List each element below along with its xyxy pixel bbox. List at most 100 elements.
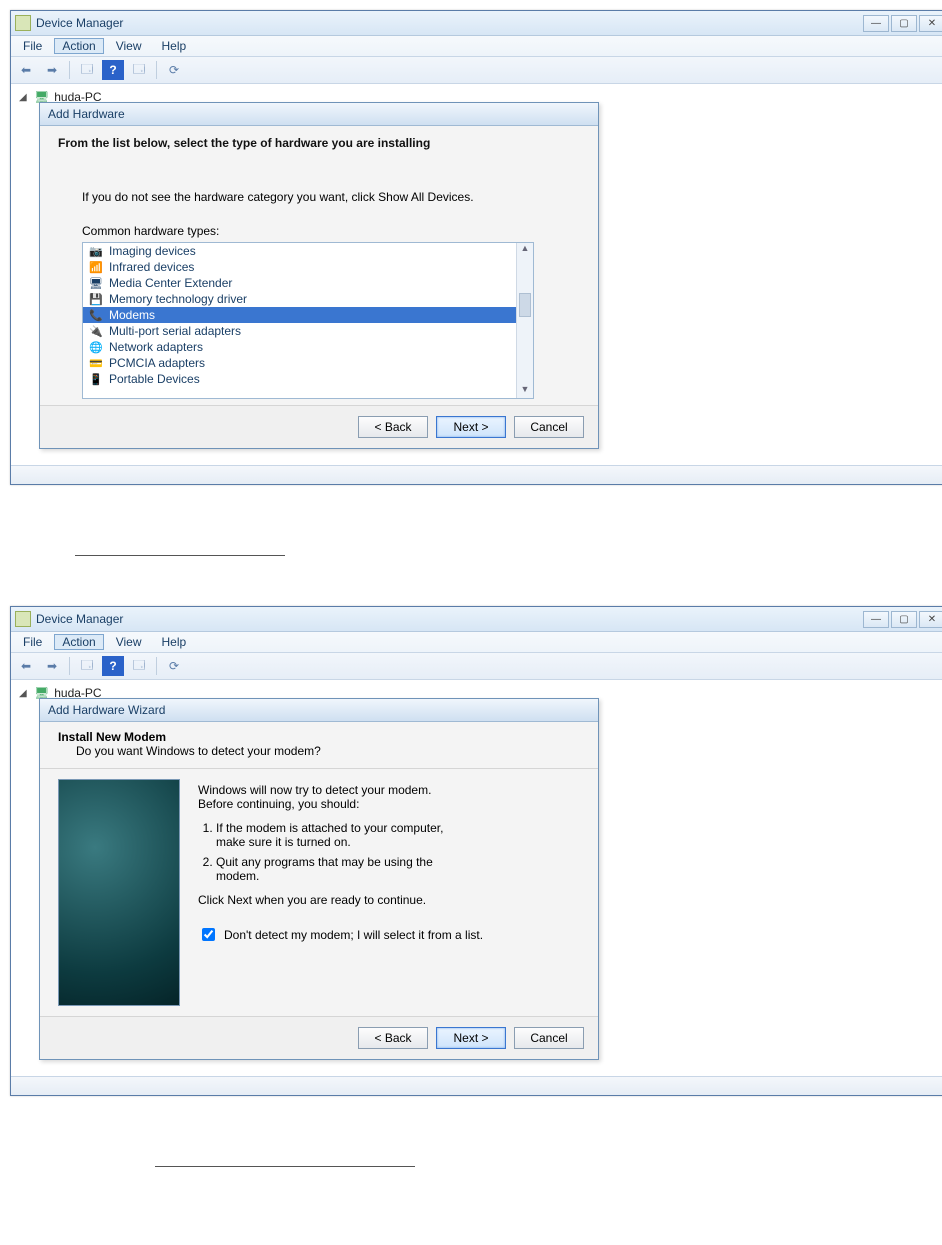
list-item-label: Portable Devices: [109, 372, 200, 386]
cancel-button[interactable]: Cancel: [514, 416, 584, 438]
dont-detect-checkbox[interactable]: [202, 928, 215, 941]
list-item[interactable]: 📷Imaging devices: [83, 243, 533, 259]
dialog-hint: If you do not see the hardware category …: [82, 190, 580, 204]
separator: [156, 61, 157, 79]
collapse-arrow-icon[interactable]: ◢: [19, 92, 29, 103]
help-icon[interactable]: ?: [102, 60, 124, 80]
list-item-icon: 🖥: [89, 277, 103, 290]
dialog-heading: From the list below, select the type of …: [58, 136, 580, 150]
list-item-icon: 📷: [89, 245, 103, 258]
scroll-thumb[interactable]: [519, 293, 531, 317]
next-button[interactable]: Next >: [436, 1027, 506, 1049]
minimize-button[interactable]: —: [863, 611, 889, 628]
list-item-icon: 📶: [89, 261, 103, 274]
wizard-subheading: Do you want Windows to detect your modem…: [76, 744, 580, 758]
scan-icon[interactable]: 🗔: [128, 656, 150, 676]
menu-file[interactable]: File: [15, 634, 50, 650]
back-button[interactable]: < Back: [358, 416, 428, 438]
dialog-button-row: < Back Next > Cancel: [40, 405, 598, 448]
refresh-icon[interactable]: ⟳: [163, 656, 185, 676]
menu-action[interactable]: Action: [54, 38, 103, 54]
wizard-step: Quit any programs that may be using the …: [216, 855, 446, 883]
list-item[interactable]: 📱 Portable Devices: [83, 371, 533, 387]
titlebar: Device Manager — ▢ ✕: [11, 11, 942, 36]
list-item-icon: 📱: [89, 373, 103, 386]
close-button[interactable]: ✕: [919, 611, 942, 628]
collapse-arrow-icon[interactable]: ◢: [19, 688, 29, 699]
next-button[interactable]: Next >: [436, 416, 506, 438]
properties-icon[interactable]: 🗔: [76, 656, 98, 676]
forward-arrow-icon[interactable]: ➡: [41, 60, 63, 80]
list-item[interactable]: 🔌 Multi-port serial adapters: [83, 323, 533, 339]
device-manager-window-2: Device Manager — ▢ ✕ File Action View He…: [10, 606, 942, 1096]
window-title: Device Manager: [36, 16, 123, 30]
menu-file[interactable]: File: [15, 38, 50, 54]
menu-help[interactable]: Help: [154, 38, 195, 54]
menubar: File Action View Help: [11, 632, 942, 653]
dont-detect-label[interactable]: Don't detect my modem; I will select it …: [224, 928, 483, 942]
list-item[interactable]: 🌐Network adapters: [83, 339, 533, 355]
scroll-up-arrow-icon[interactable]: ▲: [517, 243, 533, 257]
menu-action[interactable]: Action: [54, 634, 103, 650]
properties-icon[interactable]: 🗔: [76, 60, 98, 80]
toolbar: ⬅ ➡ 🗔 ? 🗔 ⟳: [11, 653, 942, 680]
menu-view[interactable]: View: [108, 634, 150, 650]
list-item-icon: 💳: [89, 357, 103, 370]
forward-arrow-icon[interactable]: ➡: [41, 656, 63, 676]
menubar: File Action View Help: [11, 36, 942, 57]
dialog-header-block: Install New Modem Do you want Windows to…: [40, 722, 598, 769]
list-item[interactable]: 📞 Modems: [83, 307, 533, 323]
titlebar: Device Manager — ▢ ✕: [11, 607, 942, 632]
list-item[interactable]: 💾 Memory technology driver: [83, 291, 533, 307]
refresh-icon[interactable]: ⟳: [163, 60, 185, 80]
cancel-button[interactable]: Cancel: [514, 1027, 584, 1049]
add-hardware-dialog: Add Hardware From the list below, select…: [39, 102, 599, 449]
list-item-icon: 📞: [89, 309, 103, 322]
list-item-label: Modems: [109, 308, 155, 322]
statusbar: [11, 1076, 942, 1095]
device-manager-window-1: Device Manager — ▢ ✕ File Action View He…: [10, 10, 942, 485]
window-controls: — ▢ ✕: [863, 611, 942, 628]
close-button[interactable]: ✕: [919, 15, 942, 32]
device-manager-icon: [15, 15, 31, 31]
wizard-steps-list: If the modem is attached to your compute…: [216, 821, 580, 883]
list-item-icon: 💾: [89, 293, 103, 306]
menu-view[interactable]: View: [108, 38, 150, 54]
wizard-heading: Install New Modem: [58, 730, 580, 744]
menu-help[interactable]: Help: [154, 634, 195, 650]
maximize-button[interactable]: ▢: [891, 15, 917, 32]
back-arrow-icon[interactable]: ⬅: [15, 656, 37, 676]
list-item-label: Multi-port serial adapters: [109, 324, 241, 338]
scan-icon[interactable]: 🗔: [128, 60, 150, 80]
statusbar: [11, 465, 942, 484]
add-hardware-wizard-dialog: Add Hardware Wizard Install New Modem Do…: [39, 698, 599, 1060]
list-item-label: Memory technology driver: [109, 292, 247, 306]
window-title: Device Manager: [36, 612, 123, 626]
wizard-text: Windows will now try to detect your mode…: [198, 779, 580, 1006]
dialog-button-row: < Back Next > Cancel: [40, 1016, 598, 1059]
dialog-title: Add Hardware Wizard: [40, 699, 598, 722]
list-item-label: Media Center Extender: [109, 276, 232, 290]
back-arrow-icon[interactable]: ⬅: [15, 60, 37, 80]
list-item[interactable]: 🖥 Media Center Extender: [83, 275, 533, 291]
figure-caption-line-2: [155, 1166, 415, 1167]
list-item-icon: 🔌: [89, 325, 103, 338]
list-item-label: Infrared devices: [109, 260, 194, 274]
figure-caption-line-1: [75, 555, 285, 556]
wizard-intro: Windows will now try to detect your mode…: [198, 783, 448, 811]
hardware-type-listbox[interactable]: 📷Imaging devices 📶 Infrared devices 🖥 Media …: [82, 242, 534, 399]
minimize-button[interactable]: —: [863, 15, 889, 32]
list-item-label: PCMCIA adapters: [109, 356, 205, 370]
list-item-icon: 🌐: [89, 341, 103, 354]
scroll-down-arrow-icon[interactable]: ▼: [517, 384, 533, 398]
device-manager-icon: [15, 611, 31, 627]
help-icon[interactable]: ?: [102, 656, 124, 676]
separator: [69, 657, 70, 675]
listbox-scrollbar[interactable]: ▲ ▼: [516, 243, 533, 398]
list-item[interactable]: 📶 Infrared devices: [83, 259, 533, 275]
back-button[interactable]: < Back: [358, 1027, 428, 1049]
maximize-button[interactable]: ▢: [891, 611, 917, 628]
list-item[interactable]: 💳 PCMCIA adapters: [83, 355, 533, 371]
dialog-title: Add Hardware: [40, 103, 598, 126]
separator: [156, 657, 157, 675]
